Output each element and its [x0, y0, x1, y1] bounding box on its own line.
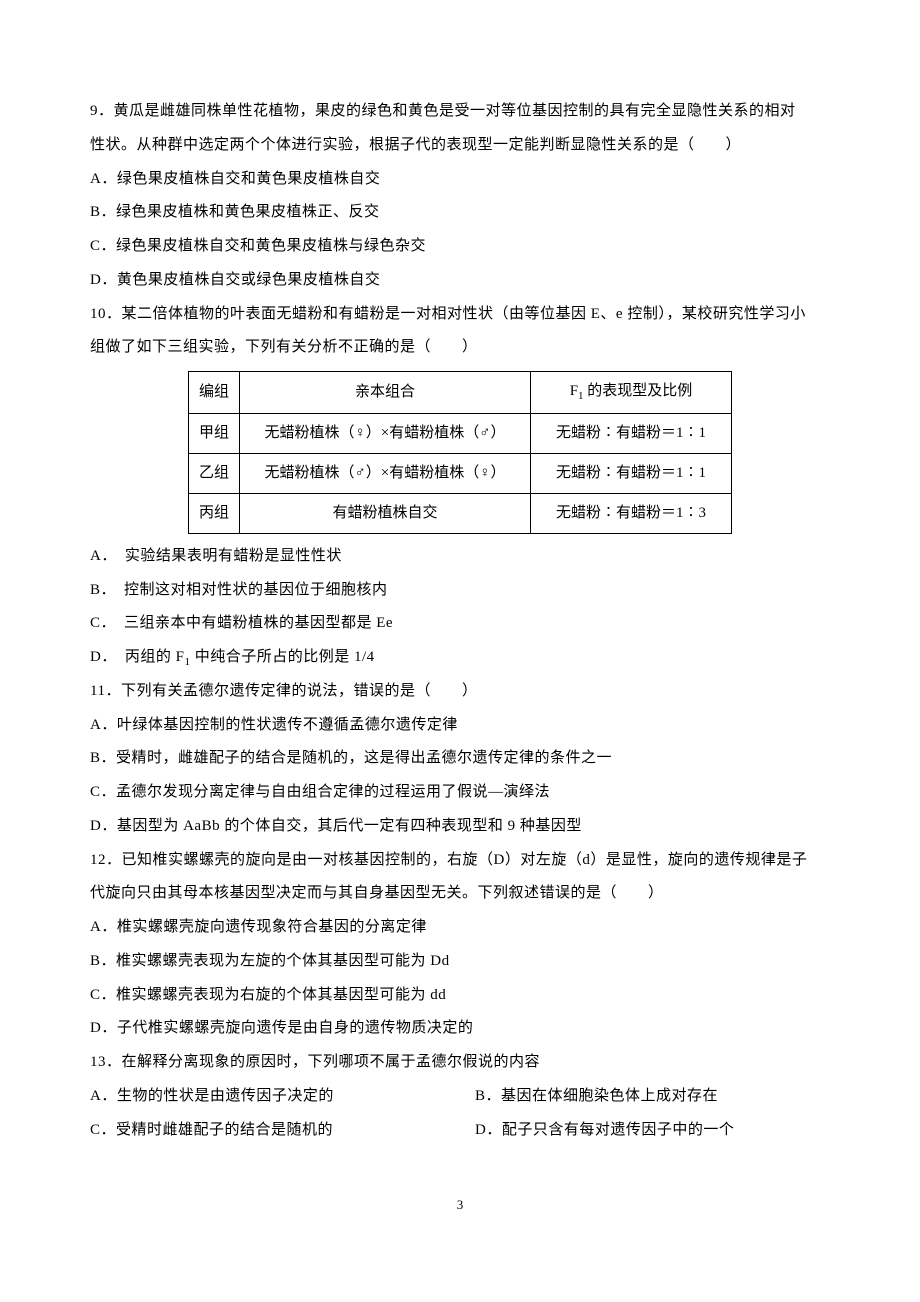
q12-stem-line2: 代旋向只由其母本核基因型决定而与其自身基因型无关。下列叙述错误的是（ ） — [90, 877, 830, 911]
table-row: 甲组 无蜡粉植株（♀）×有蜡粉植株（♂） 无蜡粉∶有蜡粉＝1∶1 — [188, 413, 731, 453]
q11-option-a: A．叶绿体基因控制的性状遗传不遵循孟德尔遗传定律 — [90, 709, 830, 743]
q9-stem-line2: 性状。从种群中选定两个个体进行实验，根据子代的表现型一定能判断显隐性关系的是（ … — [90, 129, 830, 163]
cell-group-yi: 乙组 — [188, 453, 239, 493]
table-header-row: 编组 亲本组合 F1 的表现型及比例 — [188, 372, 731, 414]
q10-table: 编组 亲本组合 F1 的表现型及比例 甲组 无蜡粉植株（♀）×有蜡粉植株（♂） … — [188, 371, 732, 534]
cell-f1-bing: 无蜡粉∶有蜡粉＝1∶3 — [531, 493, 732, 533]
q13-stem: 13．在解释分离现象的原因时，下列哪项不属于孟德尔假说的内容 — [90, 1046, 830, 1080]
q11-option-b: B．受精时，雌雄配子的结合是随机的，这是得出孟德尔遗传定律的条件之一 — [90, 742, 830, 776]
q11-stem: 11．下列有关孟德尔遗传定律的说法，错误的是（ ） — [90, 675, 830, 709]
q12-option-b: B．椎实螺螺壳表现为左旋的个体其基因型可能为 Dd — [90, 945, 830, 979]
th-group: 编组 — [188, 372, 239, 414]
cell-f1-jia: 无蜡粉∶有蜡粉＝1∶1 — [531, 413, 732, 453]
q11-option-d: D．基因型为 AaBb 的个体自交，其后代一定有四种表现型和 9 种基因型 — [90, 810, 830, 844]
q13-row-ab: A．生物的性状是由遗传因子决定的 B．基因在体细胞染色体上成对存在 — [90, 1080, 830, 1114]
q9-option-d: D．黄色果皮植株自交或绿色果皮植株自交 — [90, 264, 830, 298]
q12-option-a: A．椎实螺螺壳旋向遗传现象符合基因的分离定律 — [90, 911, 830, 945]
th-parents: 亲本组合 — [240, 372, 531, 414]
table-row: 乙组 无蜡粉植株（♂）×有蜡粉植株（♀） 无蜡粉∶有蜡粉＝1∶1 — [188, 453, 731, 493]
cell-group-jia: 甲组 — [188, 413, 239, 453]
q12-stem-line1: 12．已知椎实螺螺壳的旋向是由一对核基因控制的，右旋（D）对左旋（d）是显性，旋… — [90, 844, 830, 878]
cell-parents-yi: 无蜡粉植株（♂）×有蜡粉植株（♀） — [240, 453, 531, 493]
q10-stem-line1: 10．某二倍体植物的叶表面无蜡粉和有蜡粉是一对相对性状（由等位基因 E、e 控制… — [90, 298, 830, 332]
q13-option-b: B．基因在体细胞染色体上成对存在 — [445, 1080, 830, 1114]
q9-option-c: C．绿色果皮植株自交和黄色果皮植株与绿色杂交 — [90, 230, 830, 264]
q12-option-c: C．椎实螺螺壳表现为右旋的个体其基因型可能为 dd — [90, 979, 830, 1013]
cell-f1-yi: 无蜡粉∶有蜡粉＝1∶1 — [531, 453, 732, 493]
page-number: 3 — [90, 1197, 830, 1213]
document-page: 9．黄瓜是雌雄同株单性花植物，果皮的绿色和黄色是受一对等位基因控制的具有完全显隐… — [0, 0, 920, 1253]
q13-option-c: C．受精时雌雄配子的结合是随机的 — [90, 1114, 445, 1148]
th-f1: F1 的表现型及比例 — [531, 372, 732, 414]
cell-parents-jia: 无蜡粉植株（♀）×有蜡粉植株（♂） — [240, 413, 531, 453]
table-row: 丙组 有蜡粉植株自交 无蜡粉∶有蜡粉＝1∶3 — [188, 493, 731, 533]
q9-option-b: B．绿色果皮植株和黄色果皮植株正、反交 — [90, 196, 830, 230]
q13-option-d: D．配子只含有每对遗传因子中的一个 — [445, 1114, 830, 1148]
q12-option-d: D．子代椎实螺螺壳旋向遗传是由自身的遗传物质决定的 — [90, 1012, 830, 1046]
q9-stem-line1: 9．黄瓜是雌雄同株单性花植物，果皮的绿色和黄色是受一对等位基因控制的具有完全显隐… — [90, 95, 830, 129]
q10-option-b: B． 控制这对相对性状的基因位于细胞核内 — [90, 574, 830, 608]
q10-stem-line2: 组做了如下三组实验，下列有关分析不正确的是（ ） — [90, 331, 830, 365]
q10-option-c: C． 三组亲本中有蜡粉植株的基因型都是 Ee — [90, 607, 830, 641]
cell-group-bing: 丙组 — [188, 493, 239, 533]
q13-row-cd: C．受精时雌雄配子的结合是随机的 D．配子只含有每对遗传因子中的一个 — [90, 1114, 830, 1148]
q11-option-c: C．孟德尔发现分离定律与自由组合定律的过程运用了假说—演绎法 — [90, 776, 830, 810]
q10-option-a: A． 实验结果表明有蜡粉是显性性状 — [90, 540, 830, 574]
q13-option-a: A．生物的性状是由遗传因子决定的 — [90, 1080, 445, 1114]
q9-option-a: A．绿色果皮植株自交和黄色果皮植株自交 — [90, 163, 830, 197]
q10-option-d: D． 丙组的 F1 中纯合子所占的比例是 1/4 — [90, 641, 830, 675]
cell-parents-bing: 有蜡粉植株自交 — [240, 493, 531, 533]
